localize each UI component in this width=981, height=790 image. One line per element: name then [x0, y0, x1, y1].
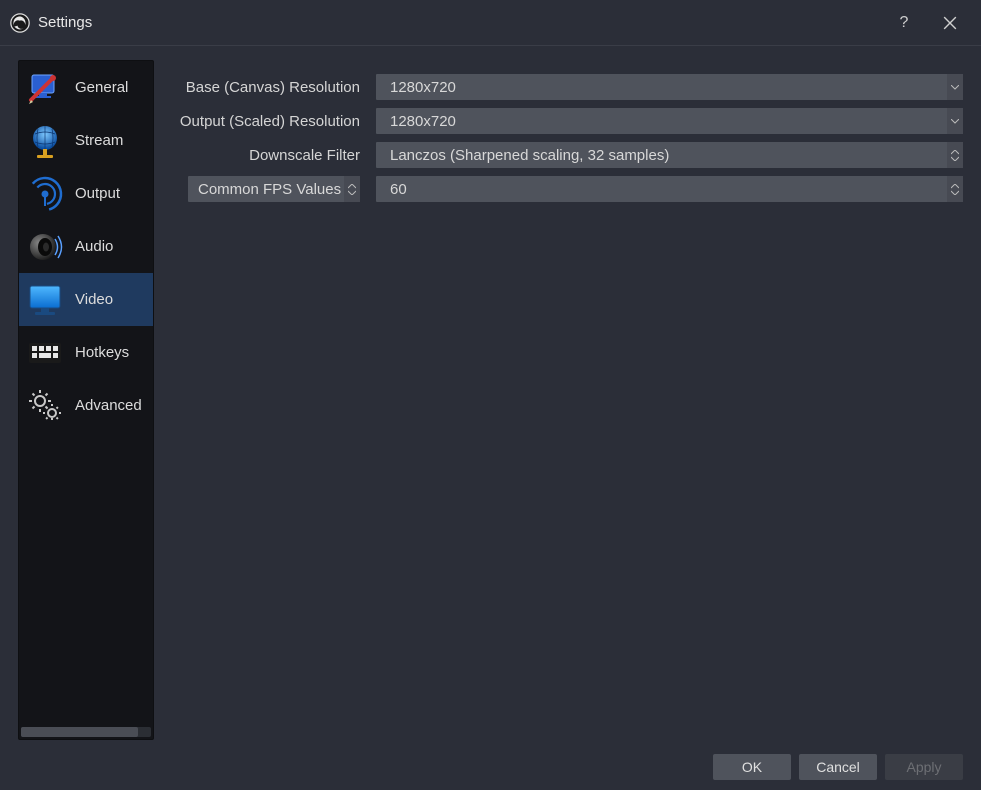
sidebar-item-label: Hotkeys	[75, 344, 129, 361]
advanced-icon	[23, 384, 67, 428]
downscale-filter-label: Downscale Filter	[249, 147, 360, 164]
sidebar-item-label: Stream	[75, 132, 123, 149]
sidebar-item-label: Advanced	[75, 397, 142, 414]
help-icon: ?	[900, 14, 909, 32]
hotkeys-icon	[23, 331, 67, 375]
output-resolution-value: 1280x720	[390, 113, 456, 130]
spin-arrows-icon	[947, 176, 963, 202]
cancel-button[interactable]: Cancel	[799, 754, 877, 780]
settings-sidebar: General Stream	[18, 60, 154, 740]
ok-button[interactable]: OK	[713, 754, 791, 780]
base-resolution-value: 1280x720	[390, 79, 456, 96]
sidebar-item-audio[interactable]: Audio	[19, 220, 153, 273]
fps-row: Common FPS Values 60	[168, 174, 963, 204]
fps-type-select[interactable]: Common FPS Values	[188, 176, 360, 202]
fps-type-value: Common FPS Values	[198, 181, 341, 198]
video-settings-panel: Base (Canvas) Resolution 1280x720 Output…	[168, 60, 963, 742]
video-icon	[23, 278, 67, 322]
apply-button[interactable]: Apply	[885, 754, 963, 780]
output-resolution-row: Output (Scaled) Resolution 1280x720	[168, 106, 963, 136]
downscale-filter-value: Lanczos (Sharpened scaling, 32 samples)	[390, 147, 669, 164]
downscale-filter-row: Downscale Filter Lanczos (Sharpened scal…	[168, 140, 963, 170]
output-icon	[23, 172, 67, 216]
spin-arrows-icon	[947, 142, 963, 168]
downscale-filter-select[interactable]: Lanczos (Sharpened scaling, 32 samples)	[376, 142, 963, 168]
sidebar-item-label: Output	[75, 185, 120, 202]
chevron-down-icon	[947, 108, 963, 134]
scrollbar-thumb[interactable]	[21, 727, 138, 737]
sidebar-item-output[interactable]: Output	[19, 167, 153, 220]
base-resolution-row: Base (Canvas) Resolution 1280x720	[168, 72, 963, 102]
fps-value: 60	[390, 181, 407, 198]
sidebar-item-advanced[interactable]: Advanced	[19, 379, 153, 432]
sidebar-item-hotkeys[interactable]: Hotkeys	[19, 326, 153, 379]
sidebar-item-general[interactable]: General	[19, 61, 153, 114]
base-resolution-select[interactable]: 1280x720	[376, 74, 963, 100]
close-icon	[943, 16, 957, 30]
sidebar-item-label: Audio	[75, 238, 113, 255]
sidebar-item-label: General	[75, 79, 128, 96]
sidebar-item-video[interactable]: Video	[19, 273, 153, 326]
sidebar-item-stream[interactable]: Stream	[19, 114, 153, 167]
stream-icon	[23, 119, 67, 163]
window-title: Settings	[38, 14, 92, 31]
sidebar-scrollbar[interactable]	[21, 727, 151, 737]
window-title-group: Settings	[10, 13, 92, 33]
dialog-footer: OK Cancel Apply	[713, 754, 963, 780]
titlebar: Settings ?	[0, 0, 981, 46]
output-resolution-select[interactable]: 1280x720	[376, 108, 963, 134]
chevron-down-icon	[947, 74, 963, 100]
spin-arrows-icon	[344, 176, 360, 202]
fps-value-select[interactable]: 60	[376, 176, 963, 202]
general-icon	[23, 66, 67, 110]
base-resolution-label: Base (Canvas) Resolution	[186, 79, 360, 96]
audio-icon	[23, 225, 67, 269]
sidebar-item-label: Video	[75, 291, 113, 308]
close-button[interactable]	[927, 2, 973, 44]
obs-logo-icon	[10, 13, 30, 33]
help-button[interactable]: ?	[881, 2, 927, 44]
output-resolution-label: Output (Scaled) Resolution	[180, 113, 360, 130]
